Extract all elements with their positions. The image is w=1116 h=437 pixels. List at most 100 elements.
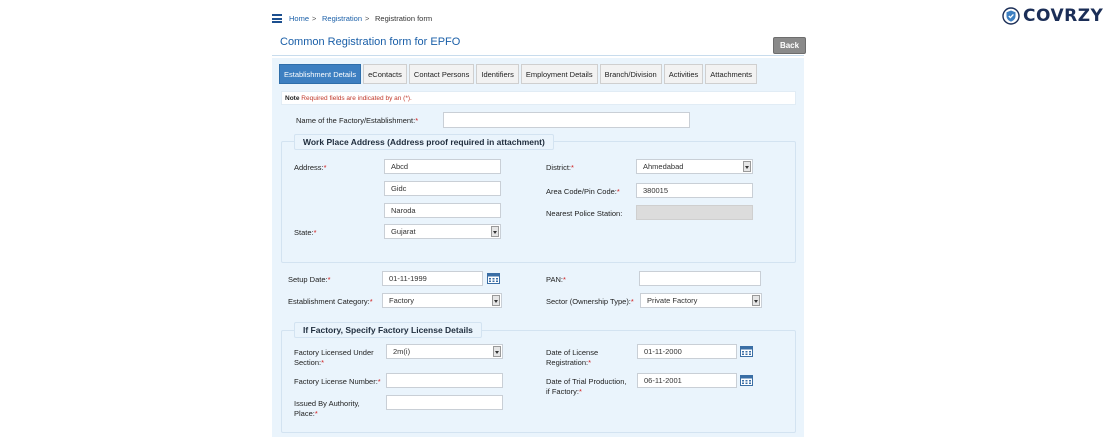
breadcrumb-home[interactable]: Home [289,14,309,23]
calendar-icon[interactable] [740,345,753,357]
issuing-authority-label: Issued By Authority, Place:* [294,399,360,419]
chevron-down-icon[interactable] [493,346,501,357]
chevron-down-icon[interactable] [752,295,760,306]
license-number-input[interactable] [386,373,503,388]
issuing-authority-input[interactable] [386,395,503,410]
factory-name-input[interactable] [443,112,690,128]
license-number-label-text: Factory License Number: [294,377,378,386]
license-date-label-line1: Date of License [546,348,599,357]
setup-date-label: Setup Date:* [288,275,331,284]
required-mark: * [588,358,592,367]
breadcrumb-separator: > [312,14,317,23]
chevron-down-icon[interactable] [491,226,499,237]
note-text: Required fields are indicated by an (*). [301,95,412,102]
calendar-icon[interactable] [487,272,500,284]
required-mark: * [313,228,317,237]
category-select[interactable]: Factory [382,293,502,308]
license-date-label-line2: Registration: [546,358,589,367]
address-label: Address:* [294,163,327,172]
address-line3-input[interactable]: Naroda [384,203,501,218]
note-label: Note [285,95,300,102]
setup-date-input[interactable]: 01-11-1999 [382,271,483,286]
state-label: State:* [294,228,317,237]
trial-production-label-line2: if Factory: [546,387,579,396]
tab-establishment-details[interactable]: Establishment Details [279,64,362,84]
factory-name-label: Name of the Factory/Establishment:* [296,116,418,125]
breadcrumb-current: Registration form [375,14,433,23]
breadcrumb-registration[interactable]: Registration [322,14,362,23]
licensed-section-select[interactable]: 2m(i) [386,344,503,359]
factory-name-label-text: Name of the Factory/Establishment: [296,116,416,125]
licensed-section-label: Factory Licensed Under Section:* [294,348,374,368]
address-line1-input[interactable]: Abcd [384,159,501,174]
required-mark: * [377,377,381,386]
pin-code-label-text: Area Code/Pin Code: [546,187,617,196]
chevron-down-icon[interactable] [492,295,500,306]
tab-contact-persons[interactable]: Contact Persons [408,64,475,84]
required-mark: * [578,387,582,396]
district-label: District:* [546,163,574,172]
state-select-value: Gujarat [391,227,416,236]
required-mark: * [616,187,620,196]
license-number-label: Factory License Number:* [294,377,381,386]
factory-license-legend: If Factory, Specify Factory License Deta… [294,322,482,338]
title-divider [272,55,804,56]
required-mark: * [571,163,574,172]
required-mark: * [327,275,331,284]
sector-select[interactable]: Private Factory [640,293,762,308]
trial-production-input[interactable]: 06-11-2001 [637,373,737,388]
required-mark: * [323,163,327,172]
address-line2-input[interactable]: Gidc [384,181,501,196]
required-mark: * [415,116,419,125]
workplace-address-legend: Work Place Address (Address proof requir… [294,134,554,150]
tab-branch-division[interactable]: Branch/Division [599,64,662,84]
issuing-authority-label-line2: Place: [294,409,315,418]
tab-attachments[interactable]: Attachments [705,64,757,84]
required-mark: * [630,297,634,306]
sector-label-text: Sector (Ownership Type): [546,297,631,306]
pan-input[interactable] [639,271,761,286]
calendar-icon[interactable] [740,374,753,386]
sector-label: Sector (Ownership Type):* [546,297,634,306]
brand-name: COVRZY [1023,6,1104,26]
license-date-input[interactable]: 01-11-2000 [637,344,737,359]
menu-icon[interactable] [272,14,282,23]
state-label-text: State: [294,228,314,237]
sector-select-value: Private Factory [647,296,698,305]
pan-label: PAN:* [546,275,566,284]
police-station-label: Nearest Police Station: [546,209,623,218]
district-label-text: District: [546,163,571,172]
required-note: Note Required fields are indicated by an… [281,91,796,105]
trial-production-label-line1: Date of Trial Production, [546,377,627,386]
breadcrumb-separator: > [365,14,370,23]
licensed-section-select-value: 2m(i) [393,347,411,356]
page-title: Common Registration form for EPFO [280,36,461,48]
police-station-input [636,205,753,220]
tab-employment-details[interactable]: Employment Details [520,64,598,84]
address-label-text: Address: [294,163,324,172]
state-select[interactable]: Gujarat [384,224,501,239]
tab-identifiers[interactable]: Identifiers [476,64,519,84]
pin-code-label: Area Code/Pin Code:* [546,187,620,196]
chevron-down-icon[interactable] [743,161,751,172]
licensed-section-label-line2: Section: [294,358,322,367]
tab-bar: Establishment Details eContacts Contact … [279,64,759,84]
back-button[interactable]: Back [773,37,806,54]
tab-activities[interactable]: Activities [663,64,704,84]
category-select-value: Factory [389,296,415,305]
license-date-label: Date of License Registration:* [546,348,598,368]
required-mark: * [321,358,325,367]
required-mark: * [562,275,566,284]
shield-logo-icon [1002,7,1020,25]
issuing-authority-label-line1: Issued By Authority, [294,399,360,408]
district-select[interactable]: Ahmedabad [636,159,753,174]
setup-date-label-text: Setup Date: [288,275,328,284]
category-label: Establishment Category:* [288,297,373,306]
category-label-text: Establishment Category: [288,297,370,306]
required-mark: * [314,409,318,418]
tab-econtacts[interactable]: eContacts [363,64,407,84]
trial-production-label: Date of Trial Production, if Factory:* [546,377,626,397]
pin-code-input[interactable]: 380015 [636,183,753,198]
pan-label-text: PAN: [546,275,563,284]
licensed-section-label-line1: Factory Licensed Under [294,348,374,357]
